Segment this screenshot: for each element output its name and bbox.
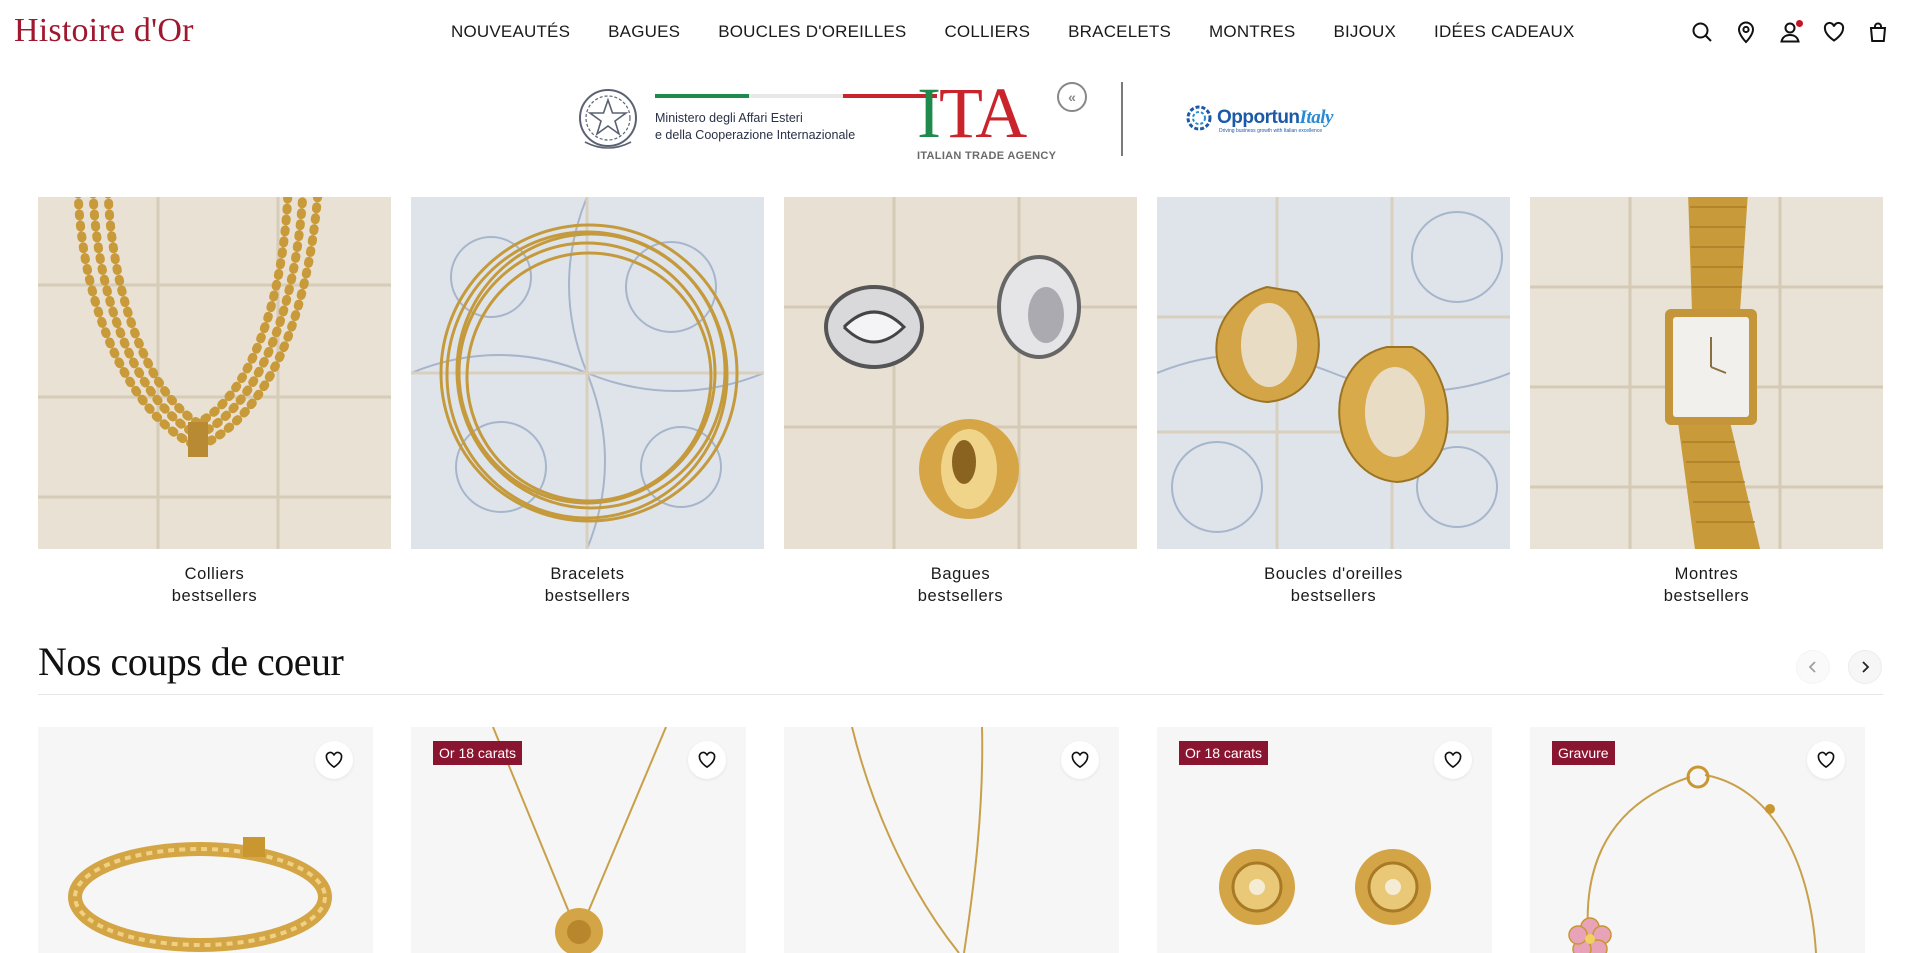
mae-text-line2: e della Cooperazione Internazionale <box>655 128 856 142</box>
main-nav: NOUVEAUTÉS BAGUES BOUCLES D'OREILLES COL… <box>451 22 1575 42</box>
category-tile-colliers[interactable]: Colliers bestsellers <box>38 197 391 607</box>
chevron-left-icon <box>1808 661 1816 673</box>
partner-logos: Ministero degli Affari Esteri e della Co… <box>575 73 1355 162</box>
mae-text-line1: Ministero degli Affari Esteri <box>655 111 803 125</box>
chevron-right-icon <box>1862 661 1870 673</box>
account-icon[interactable] <box>1778 20 1803 44</box>
category-tile-bagues[interactable]: Bagues bestsellers <box>784 197 1137 607</box>
heart-icon <box>325 751 343 769</box>
section-divider <box>38 694 1883 695</box>
add-to-wishlist-button[interactable] <box>688 741 726 779</box>
product-card[interactable] <box>38 727 373 953</box>
opportunitaly-main: Opportun <box>1217 107 1300 128</box>
category-tile-montres[interactable]: Montres bestsellers <box>1530 197 1883 607</box>
logo-divider <box>1121 82 1123 156</box>
category-label-montres[interactable]: Montres <box>1530 563 1883 585</box>
add-to-wishlist-button[interactable] <box>1807 741 1845 779</box>
category-sublabel-colliers[interactable]: bestsellers <box>38 585 391 607</box>
product-badge: Or 18 carats <box>1179 741 1269 765</box>
heart-icon <box>1071 751 1089 769</box>
nav-bijoux[interactable]: BIJOUX <box>1333 22 1396 42</box>
mae-logo: Ministero degli Affari Esteri e della Co… <box>575 82 937 156</box>
site-header: Histoire d'Or NOUVEAUTÉS BAGUES BOUCLES … <box>0 0 1920 68</box>
product-card[interactable]: Or 18 carats <box>411 727 746 953</box>
nav-bracelets[interactable]: BRACELETS <box>1068 22 1171 42</box>
category-sublabel-boucles-oreilles[interactable]: bestsellers <box>1157 585 1510 607</box>
opportunitaly-italic: Italy <box>1299 107 1334 128</box>
add-to-wishlist-button[interactable] <box>1061 741 1099 779</box>
carousel-next-button[interactable] <box>1848 650 1882 684</box>
category-sublabel-montres[interactable]: bestsellers <box>1530 585 1883 607</box>
header-actions <box>1690 20 1890 44</box>
product-card[interactable] <box>784 727 1119 953</box>
opportunitaly-logo: OpportunItaly Driving business growth wi… <box>1183 102 1333 134</box>
category-image-boucles-oreilles[interactable] <box>1157 197 1510 549</box>
wishlist-icon[interactable] <box>1822 20 1846 44</box>
category-label-boucles-oreilles[interactable]: Boucles d'oreilles <box>1157 563 1510 585</box>
search-icon[interactable] <box>1690 20 1714 44</box>
nav-nouveautes[interactable]: NOUVEAUTÉS <box>451 22 570 42</box>
opportunitaly-tagline: Driving business growth with Italian exc… <box>1219 128 1323 134</box>
product-badge: Gravure <box>1552 741 1615 765</box>
category-label-bagues[interactable]: Bagues <box>784 563 1137 585</box>
heart-icon <box>1444 751 1462 769</box>
nav-boucles-oreilles[interactable]: BOUCLES D'OREILLES <box>718 22 906 42</box>
category-image-colliers[interactable] <box>38 197 391 549</box>
ita-subtitle: ITALIAN TRADE AGENCY <box>917 150 1057 162</box>
ita-logo: ITA « ITALIAN TRADE AGENCY <box>917 73 1087 162</box>
product-card[interactable]: Gravure <box>1530 727 1865 953</box>
category-label-bracelets[interactable]: Bracelets <box>411 563 764 585</box>
cart-icon[interactable] <box>1866 20 1890 44</box>
add-to-wishlist-button[interactable] <box>315 741 353 779</box>
account-notification-dot <box>1796 20 1803 27</box>
italian-flag-bar <box>655 94 937 98</box>
heart-icon <box>698 751 716 769</box>
category-image-bracelets[interactable] <box>411 197 764 549</box>
carousel-controls <box>1796 650 1882 684</box>
carousel-prev-button[interactable] <box>1796 650 1830 684</box>
category-sublabel-bracelets[interactable]: bestsellers <box>411 585 764 607</box>
nav-colliers[interactable]: COLLIERS <box>944 22 1030 42</box>
product-badge: Or 18 carats <box>433 741 523 765</box>
category-tile-bracelets[interactable]: Bracelets bestsellers <box>411 197 764 607</box>
category-tile-boucles-oreilles[interactable]: Boucles d'oreilles bestsellers <box>1157 197 1510 607</box>
ita-wordmark: ITA <box>917 73 1027 153</box>
category-image-bagues[interactable] <box>784 197 1137 549</box>
brand-logo[interactable]: Histoire d'Or <box>14 12 194 50</box>
store-locator-icon[interactable] <box>1734 20 1758 44</box>
section-title: Nos coups de coeur <box>38 639 344 684</box>
category-grid: Colliers bestsellers Bracelets bestselle… <box>38 197 1883 607</box>
italian-emblem-icon <box>579 89 637 149</box>
category-label-colliers[interactable]: Colliers <box>38 563 391 585</box>
add-to-wishlist-button[interactable] <box>1434 741 1472 779</box>
ita-badge-icon: « <box>1057 82 1087 112</box>
product-card[interactable]: Or 18 carats <box>1157 727 1492 953</box>
category-sublabel-bagues[interactable]: bestsellers <box>784 585 1137 607</box>
heart-icon <box>1817 751 1835 769</box>
opportunitaly-swirl-icon <box>1186 105 1212 131</box>
category-image-montres[interactable] <box>1530 197 1883 549</box>
nav-montres[interactable]: MONTRES <box>1209 22 1295 42</box>
nav-idees-cadeaux[interactable]: IDÉES CADEAUX <box>1434 22 1575 42</box>
nav-bagues[interactable]: BAGUES <box>608 22 680 42</box>
